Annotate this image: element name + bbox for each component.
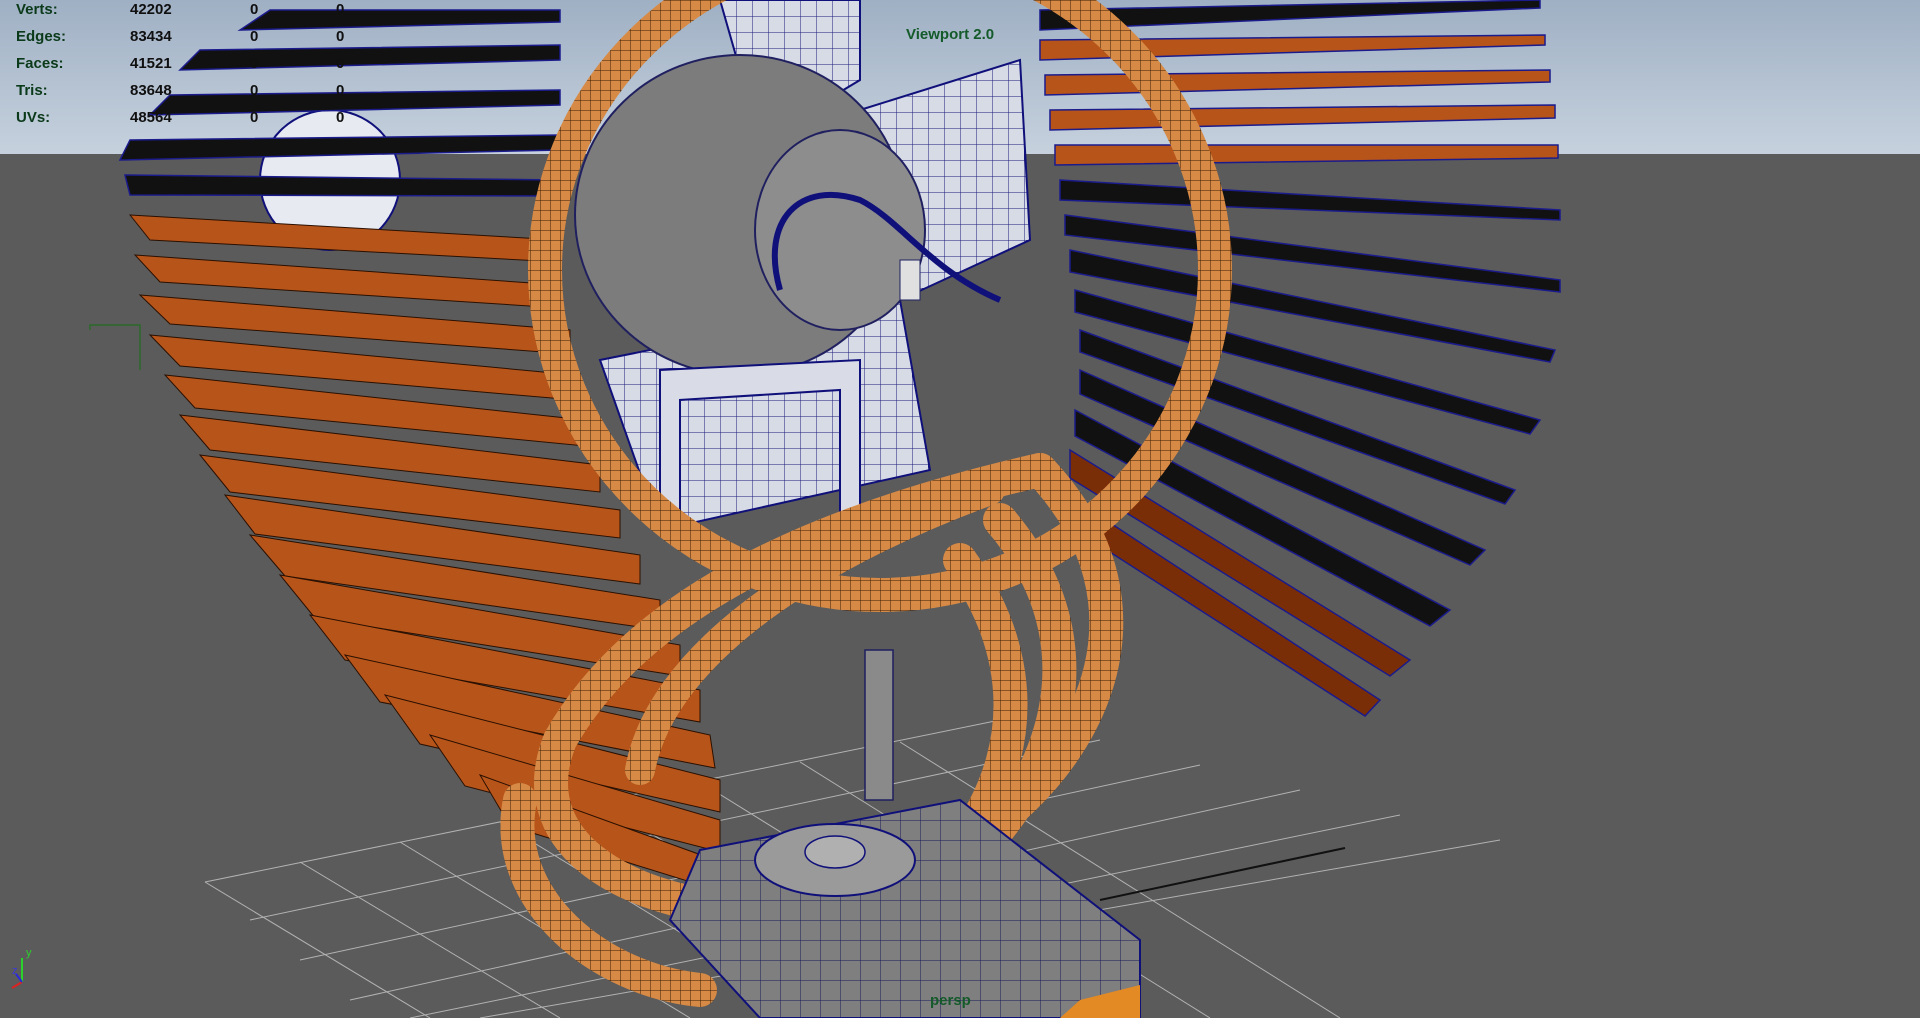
hud-component: 0	[336, 82, 345, 99]
axis-y-label: y	[26, 947, 32, 959]
hud-row-verts: Verts: 42202 0 0	[0, 0, 360, 26]
hud-label: Verts:	[16, 1, 58, 18]
hud-total: 83648	[130, 82, 172, 99]
camera-name-label: persp	[930, 992, 971, 1009]
hud-selected: 0	[250, 28, 259, 45]
viewport-scene[interactable]	[0, 0, 1920, 1018]
3d-viewport[interactable]: Verts: 42202 0 0 Edges: 83434 0 0 Faces:…	[0, 0, 1920, 1018]
viewport-renderer-label: Viewport 2.0	[906, 26, 995, 43]
hud-selected: 0	[250, 55, 259, 72]
hud-component: 0	[336, 55, 345, 72]
hud-label: Faces:	[16, 55, 64, 72]
hud-row-tris: Tris: 83648 0 0	[0, 81, 360, 107]
hud-total: 42202	[130, 1, 172, 18]
hud-component: 0	[336, 28, 345, 45]
hud-component: 0	[336, 109, 345, 126]
hud-label: Tris:	[16, 82, 48, 99]
axis-z-label: z	[12, 965, 18, 977]
hud-selected: 0	[250, 82, 259, 99]
support-post	[864, 649, 894, 801]
hud-total: 41521	[130, 55, 172, 72]
base-mount-cap	[804, 835, 866, 869]
hud-total: 83434	[130, 28, 172, 45]
axis-gizmo: y z	[11, 947, 32, 989]
fan-connector	[899, 259, 921, 301]
hud-label: UVs:	[16, 109, 51, 126]
hud-row-faces: Faces: 41521 0 0	[0, 54, 360, 80]
hud-component: 0	[336, 1, 345, 18]
hud-total: 48564	[130, 109, 172, 126]
hud-row-edges: Edges: 83434 0 0	[0, 27, 360, 53]
hud-row-uvs: UVs: 48564 0 0	[0, 108, 360, 134]
hud-label: Edges:	[16, 28, 67, 45]
hud-selected: 0	[250, 1, 259, 18]
hud-selected: 0	[250, 109, 259, 126]
